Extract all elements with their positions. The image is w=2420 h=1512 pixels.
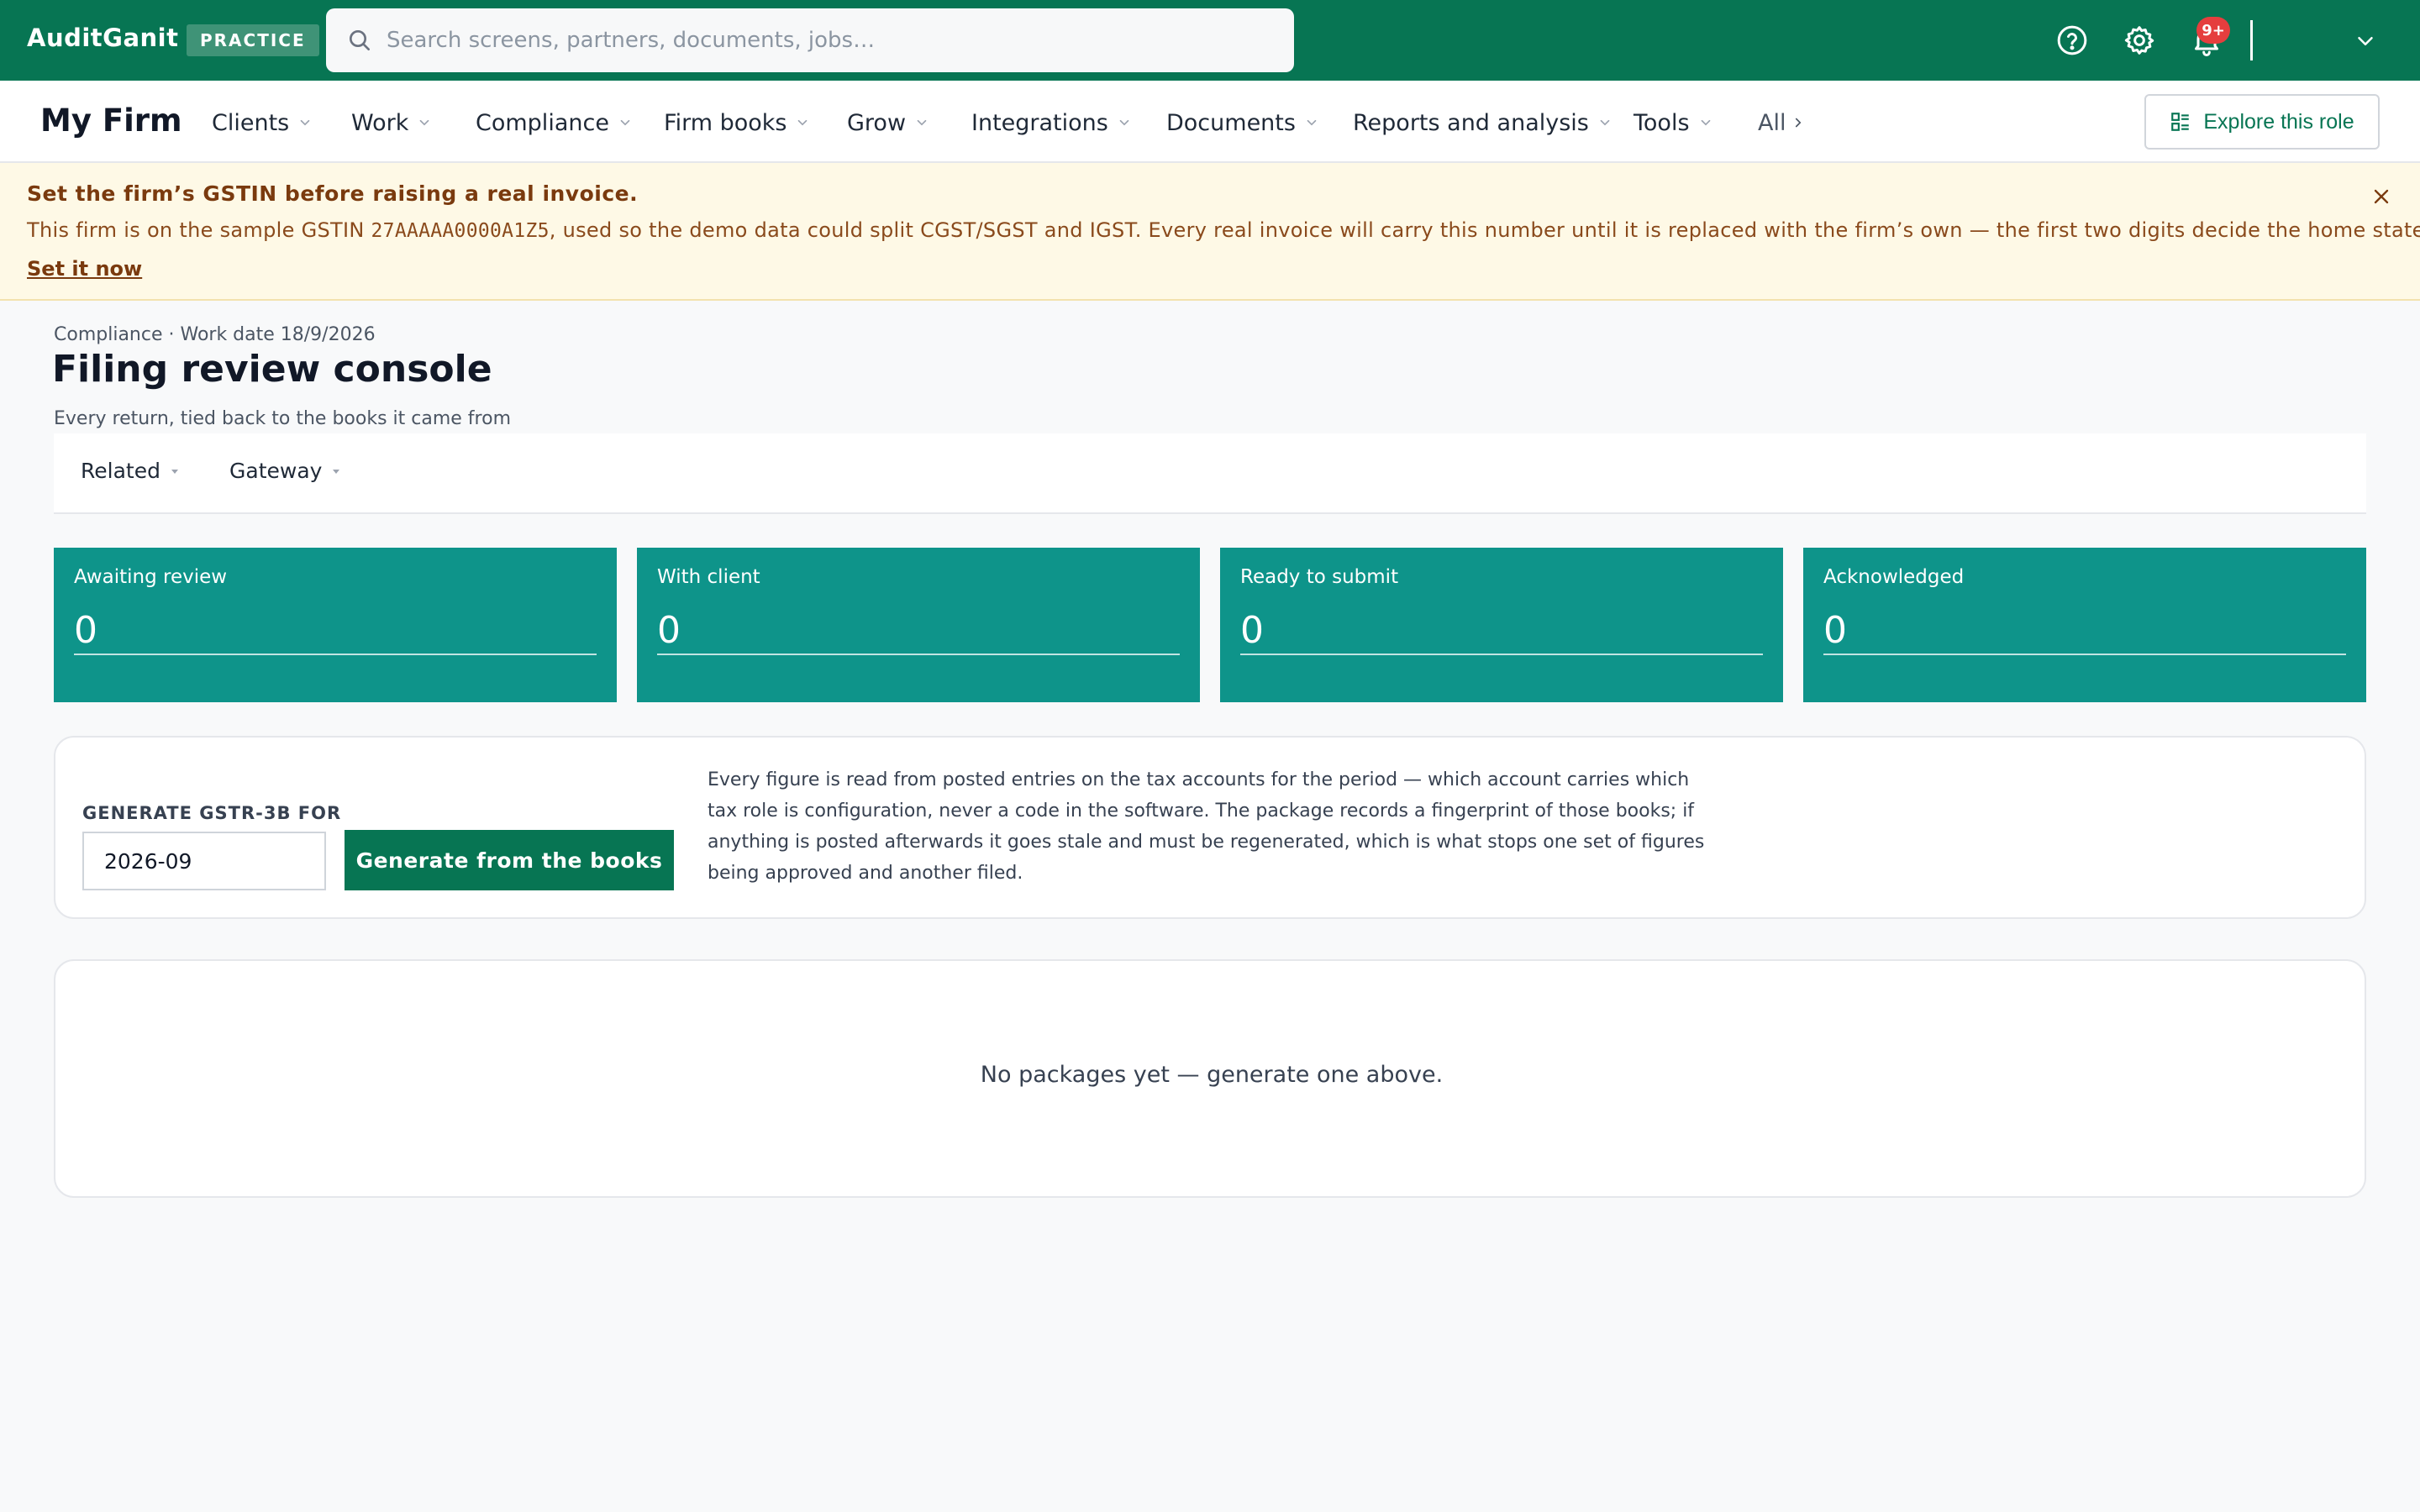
nav-item-integrations[interactable]: Integrations xyxy=(971,108,1132,138)
explore-role-label: Explore this role xyxy=(2203,109,2354,134)
nav-item-label: Tools xyxy=(1634,109,1690,136)
search-input[interactable] xyxy=(387,8,1277,72)
stat-value: 0 xyxy=(74,598,597,655)
nav-item-label: Compliance xyxy=(476,109,609,136)
chevron-down-icon xyxy=(1701,119,1710,126)
close-icon[interactable] xyxy=(2370,185,2393,208)
stat-card-awaiting-review[interactable]: Awaiting review 0 xyxy=(54,548,617,702)
empty-state-message: No packages yet — generate one above. xyxy=(980,1062,1444,1088)
nav-item-clients[interactable]: Clients xyxy=(212,108,313,138)
generate-from-books-button[interactable]: Generate from the books xyxy=(345,830,674,890)
chevron-down-icon xyxy=(1307,119,1317,126)
caret-down-icon xyxy=(171,469,178,474)
nav-item-tools[interactable]: Tools xyxy=(1634,108,1713,138)
tab-gateway[interactable]: Gateway xyxy=(229,459,340,483)
nav-item-label: Firm books xyxy=(664,109,787,136)
banner-text-before: This firm is on the sample GSTIN xyxy=(27,218,371,242)
nav-item-work[interactable]: Work xyxy=(351,108,432,138)
nav-item-firm-books[interactable]: Firm books xyxy=(664,108,810,138)
top-bar: AuditGanit PRACTICE 9+ xyxy=(0,0,2420,81)
chevron-down-icon xyxy=(1119,119,1129,126)
stat-label: Ready to submit xyxy=(1240,566,1399,588)
nav-item-label: All xyxy=(1758,109,1786,136)
gear-icon[interactable] xyxy=(2123,24,2156,57)
page-title: Filing review console xyxy=(52,348,492,391)
stat-card-with-client[interactable]: With client 0 xyxy=(637,548,1200,702)
search-icon xyxy=(350,30,370,50)
period-field-label: GENERATE GSTR-3B FOR xyxy=(82,803,342,823)
chevron-down-icon xyxy=(1600,119,1610,126)
global-search[interactable] xyxy=(326,8,1294,72)
stat-label: Awaiting review xyxy=(74,566,228,588)
stat-label: With client xyxy=(657,566,760,588)
generate-description: Every figure is read from posted entries… xyxy=(708,769,1705,884)
brand-logo[interactable]: AuditGanit xyxy=(27,24,178,52)
stat-value: 0 xyxy=(1823,598,2346,655)
practice-badge: PRACTICE xyxy=(187,24,319,56)
explore-role-button[interactable]: Explore this role xyxy=(2144,94,2380,150)
notification-count-badge: 9+ xyxy=(2196,17,2230,44)
nav-item-label: Reports and analysis xyxy=(1353,109,1589,136)
sample-gstin: 27AAAAA0000A1Z5 xyxy=(371,220,550,242)
tab-related[interactable]: Related xyxy=(81,459,179,483)
stat-card-acknowledged[interactable]: Acknowledged 0 xyxy=(1803,548,2366,702)
banner-message: This firm is on the sample GSTIN 27AAAAA… xyxy=(27,218,2420,242)
tab-label: Related xyxy=(81,459,160,483)
caret-down-icon xyxy=(333,469,340,474)
nav-item-label: Documents xyxy=(1166,109,1296,136)
help-icon[interactable] xyxy=(2055,24,2089,57)
nav-item-label: Work xyxy=(351,109,409,136)
set-gstin-link[interactable]: Set it now xyxy=(27,257,142,281)
breadcrumb: Compliance · Work date 18/9/2026 xyxy=(54,324,376,345)
banner-text-after: , used so the demo data could split CGST… xyxy=(549,218,2420,242)
stat-card-ready-to-submit[interactable]: Ready to submit 0 xyxy=(1220,548,1783,702)
nav-item-all[interactable]: All xyxy=(1758,108,1806,138)
chevron-down-icon xyxy=(798,119,808,126)
chevron-down-icon xyxy=(917,119,927,126)
nav-item-documents[interactable]: Documents xyxy=(1166,108,1319,138)
nav-item-compliance[interactable]: Compliance xyxy=(476,108,633,138)
generate-gstr3b-panel: GENERATE GSTR-3B FOR Generate from the b… xyxy=(54,736,2366,919)
page-subtitle: Every return, tied back to the books it … xyxy=(54,408,511,429)
nav-item-label: Clients xyxy=(212,109,290,136)
main-nav: My Firm Clients Work Compliance Firm boo… xyxy=(0,81,2420,163)
gstin-warning-banner: Set the firm’s GSTIN before raising a re… xyxy=(0,163,2420,301)
tab-label: Gateway xyxy=(229,459,323,483)
nav-item-reports-and-analysis[interactable]: Reports and analysis xyxy=(1353,108,1612,138)
chevron-down-icon xyxy=(620,119,630,126)
banner-title: Set the firm’s GSTIN before raising a re… xyxy=(27,181,639,206)
chevron-right-icon xyxy=(1796,118,1802,128)
nav-item-label: Grow xyxy=(847,109,907,136)
layout-icon xyxy=(2171,113,2190,131)
chevron-down-icon xyxy=(300,119,310,126)
chevron-down-icon xyxy=(420,119,429,126)
nav-item-grow[interactable]: Grow xyxy=(847,108,929,138)
stat-label: Acknowledged xyxy=(1823,566,1965,588)
packages-list: No packages yet — generate one above. xyxy=(54,959,2366,1198)
stat-value: 0 xyxy=(657,598,1180,655)
firm-name[interactable]: My Firm xyxy=(40,102,182,139)
topbar-divider xyxy=(2250,20,2253,60)
sub-navigation: Related Gateway xyxy=(54,433,2366,514)
chevron-down-icon[interactable] xyxy=(2353,29,2378,54)
stat-value: 0 xyxy=(1240,598,1763,655)
period-input[interactable] xyxy=(82,832,326,890)
nav-item-label: Integrations xyxy=(971,109,1108,136)
